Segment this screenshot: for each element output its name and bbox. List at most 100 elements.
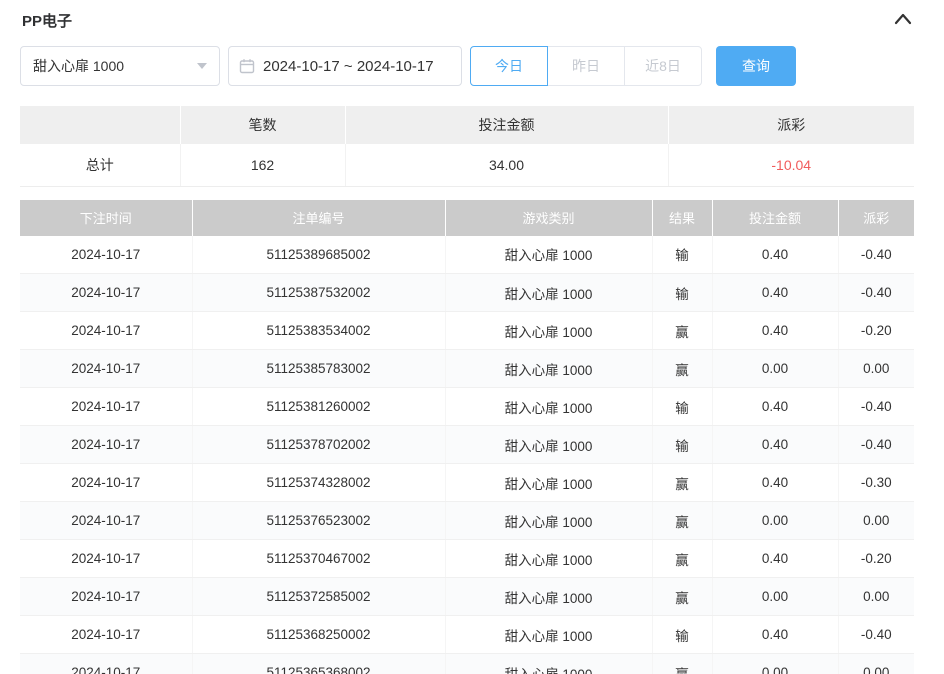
chevron-up-icon xyxy=(894,13,912,28)
cell-order-number: 51125374328002 xyxy=(192,464,445,502)
cell-bet-amount: 0.40 xyxy=(712,464,838,502)
cell-bet-time: 2024-10-17 xyxy=(20,616,192,654)
cell-bet-time: 2024-10-17 xyxy=(20,464,192,502)
table-row: 2024-10-17 51125368250002 甜入心扉 1000 输 0.… xyxy=(20,616,914,654)
cell-payout: -0.30 xyxy=(838,464,914,502)
table-row: 2024-10-17 51125365368002 甜入心扉 1000 赢 0.… xyxy=(20,654,914,674)
summary-header-empty xyxy=(20,106,180,144)
table-row: 2024-10-17 51125383534002 甜入心扉 1000 赢 0.… xyxy=(20,312,914,350)
cell-bet-time: 2024-10-17 xyxy=(20,654,192,674)
cell-bet-amount: 0.40 xyxy=(712,388,838,426)
cell-bet-time: 2024-10-17 xyxy=(20,540,192,578)
cell-order-number: 51125372585002 xyxy=(192,578,445,616)
cell-game-category: 甜入心扉 1000 xyxy=(445,388,652,426)
cell-bet-amount: 0.40 xyxy=(712,540,838,578)
cell-bet-amount: 0.00 xyxy=(712,350,838,388)
cell-payout: -0.40 xyxy=(838,426,914,464)
cell-bet-amount: 0.40 xyxy=(712,236,838,274)
game-select-value: 甜入心扉 1000 xyxy=(33,56,124,76)
cell-order-number: 51125389685002 xyxy=(192,236,445,274)
table-row: 2024-10-17 51125370467002 甜入心扉 1000 赢 0.… xyxy=(20,540,914,578)
cell-result: 输 xyxy=(652,236,712,274)
cell-result: 输 xyxy=(652,426,712,464)
cell-bet-amount: 0.00 xyxy=(712,502,838,540)
quick-date-button-group: 今日 昨日 近8日 xyxy=(470,46,702,86)
cell-game-category: 甜入心扉 1000 xyxy=(445,540,652,578)
summary-total-label: 总计 xyxy=(20,144,180,186)
summary-table: 笔数 投注金额 派彩 总计 162 34.00 -10.04 xyxy=(20,106,914,187)
today-button[interactable]: 今日 xyxy=(470,46,548,86)
cell-order-number: 51125378702002 xyxy=(192,426,445,464)
cell-bet-time: 2024-10-17 xyxy=(20,350,192,388)
cell-payout: -0.40 xyxy=(838,616,914,654)
table-row: 2024-10-17 51125374328002 甜入心扉 1000 赢 0.… xyxy=(20,464,914,502)
cell-bet-time: 2024-10-17 xyxy=(20,312,192,350)
cell-result: 赢 xyxy=(652,540,712,578)
cell-order-number: 51125387532002 xyxy=(192,274,445,312)
records-header-row: 下注时间 注单编号 游戏类别 结果 投注金额 派彩 xyxy=(20,200,914,236)
cell-payout: -0.40 xyxy=(838,388,914,426)
cell-game-category: 甜入心扉 1000 xyxy=(445,426,652,464)
cell-game-category: 甜入心扉 1000 xyxy=(445,578,652,616)
cell-result: 赢 xyxy=(652,502,712,540)
cell-bet-time: 2024-10-17 xyxy=(20,274,192,312)
cell-payout: -0.40 xyxy=(838,236,914,274)
cell-order-number: 51125385783002 xyxy=(192,350,445,388)
summary-header-payout: 派彩 xyxy=(668,106,914,144)
cell-payout: -0.40 xyxy=(838,274,914,312)
cell-game-category: 甜入心扉 1000 xyxy=(445,312,652,350)
cell-payout: 0.00 xyxy=(838,654,914,674)
cell-bet-time: 2024-10-17 xyxy=(20,502,192,540)
cell-bet-amount: 0.40 xyxy=(712,426,838,464)
cell-game-category: 甜入心扉 1000 xyxy=(445,350,652,388)
cell-bet-time: 2024-10-17 xyxy=(20,578,192,616)
summary-header-row: 笔数 投注金额 派彩 xyxy=(20,106,914,144)
yesterday-button[interactable]: 昨日 xyxy=(547,46,625,86)
date-range-input[interactable]: 2024-10-17 ~ 2024-10-17 xyxy=(228,46,462,86)
cell-order-number: 51125376523002 xyxy=(192,502,445,540)
cell-game-category: 甜入心扉 1000 xyxy=(445,236,652,274)
cell-bet-time: 2024-10-17 xyxy=(20,426,192,464)
cell-bet-amount: 0.40 xyxy=(712,312,838,350)
cell-payout: -0.20 xyxy=(838,540,914,578)
chevron-down-icon xyxy=(197,63,207,69)
cell-payout: 0.00 xyxy=(838,578,914,616)
cell-result: 赢 xyxy=(652,312,712,350)
cell-bet-amount: 0.40 xyxy=(712,616,838,654)
page-title: PP电子 xyxy=(22,10,72,31)
game-select[interactable]: 甜入心扉 1000 xyxy=(20,46,220,86)
cell-result: 赢 xyxy=(652,464,712,502)
table-row: 2024-10-17 51125372585002 甜入心扉 1000 赢 0.… xyxy=(20,578,914,616)
cell-bet-amount: 0.00 xyxy=(712,578,838,616)
records-header-payout: 派彩 xyxy=(838,200,914,236)
table-row: 2024-10-17 51125381260002 甜入心扉 1000 输 0.… xyxy=(20,388,914,426)
cell-order-number: 51125383534002 xyxy=(192,312,445,350)
cell-game-category: 甜入心扉 1000 xyxy=(445,654,652,674)
records-header-bet: 投注金额 xyxy=(712,200,838,236)
table-row: 2024-10-17 51125389685002 甜入心扉 1000 输 0.… xyxy=(20,236,914,274)
cell-order-number: 51125368250002 xyxy=(192,616,445,654)
cell-order-number: 51125370467002 xyxy=(192,540,445,578)
cell-order-number: 51125381260002 xyxy=(192,388,445,426)
records-header-result: 结果 xyxy=(652,200,712,236)
cell-result: 输 xyxy=(652,274,712,312)
cell-result: 赢 xyxy=(652,578,712,616)
cell-game-category: 甜入心扉 1000 xyxy=(445,464,652,502)
summary-header-bet: 投注金额 xyxy=(345,106,668,144)
cell-bet-amount: 0.40 xyxy=(712,274,838,312)
cell-game-category: 甜入心扉 1000 xyxy=(445,616,652,654)
collapse-button[interactable] xyxy=(892,11,914,30)
cell-payout: 0.00 xyxy=(838,350,914,388)
cell-game-category: 甜入心扉 1000 xyxy=(445,502,652,540)
cell-payout: -0.20 xyxy=(838,312,914,350)
table-row: 2024-10-17 51125385783002 甜入心扉 1000 赢 0.… xyxy=(20,350,914,388)
records-table: 下注时间 注单编号 游戏类别 结果 投注金额 派彩 2024-10-17 511… xyxy=(20,200,914,674)
table-row: 2024-10-17 51125378702002 甜入心扉 1000 输 0.… xyxy=(20,426,914,464)
summary-header-count: 笔数 xyxy=(180,106,345,144)
cell-result: 输 xyxy=(652,388,712,426)
cell-result: 赢 xyxy=(652,654,712,674)
query-button[interactable]: 查询 xyxy=(716,46,796,86)
cell-result: 输 xyxy=(652,616,712,654)
last-8-days-button[interactable]: 近8日 xyxy=(624,46,702,86)
summary-total-count: 162 xyxy=(180,144,345,186)
